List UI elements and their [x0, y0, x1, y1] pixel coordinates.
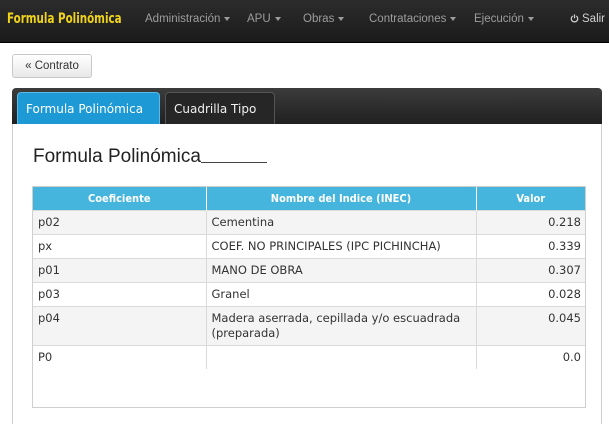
table-row[interactable]: P0 0.0 — [33, 345, 585, 369]
cell-nombre-indice — [206, 345, 477, 369]
table-row[interactable]: px COEF. NO PRINCIPALES (IPC PICHINCHA) … — [33, 234, 585, 259]
nav-menu-label: Contrataciones — [369, 13, 447, 25]
caret-down-icon — [274, 16, 281, 21]
cell-valor: 0.307 — [476, 258, 585, 283]
top-navbar: Formula Polinómica Administración APU Ob… — [0, 0, 609, 43]
cell-coeficiente: p04 — [33, 306, 207, 346]
section-title: Formula Polinómica — [33, 146, 201, 167]
table-row[interactable]: p02 Cementina 0.218 — [33, 210, 585, 235]
cell-nombre-indice: Granel — [206, 282, 477, 307]
nav-menu-obras[interactable]: Obras — [303, 13, 345, 25]
table-header-row: Coeficiente Nombre del Indice (INEC) Val… — [33, 187, 585, 211]
nav-menu-label: Administración — [145, 13, 221, 25]
back-to-contract-button[interactable]: « Contrato — [12, 54, 92, 78]
table-row[interactable]: p03 Granel 0.028 — [33, 282, 585, 307]
cell-valor: 0.045 — [476, 306, 585, 346]
column-header-nombre-indice[interactable]: Nombre del Indice (INEC) — [206, 187, 477, 211]
nav-menu-label: Ejecución — [474, 13, 524, 25]
cell-coeficiente: px — [33, 234, 207, 259]
title-underline — [201, 162, 267, 163]
power-icon — [570, 14, 579, 23]
cell-valor: 0.218 — [476, 210, 585, 235]
cell-nombre-indice: COEF. NO PRINCIPALES (IPC PICHINCHA) — [206, 234, 477, 259]
nav-menu-label: Obras — [303, 13, 335, 25]
cell-nombre-indice: Madera aserrada, cepillada y/o escuadrad… — [206, 306, 477, 346]
cell-coeficiente: p01 — [33, 258, 207, 283]
nav-menu-ejecucion[interactable]: Ejecución — [474, 13, 534, 25]
coefficients-table: Coeficiente Nombre del Indice (INEC) Val… — [33, 187, 585, 369]
caret-down-icon — [338, 16, 345, 21]
tab-bar: Formula Polinómica Cuadrilla Tipo — [12, 88, 602, 124]
column-header-valor[interactable]: Valor — [476, 187, 585, 211]
coefficients-table-container: Coeficiente Nombre del Indice (INEC) Val… — [32, 186, 586, 408]
nav-menu-label: APU — [247, 13, 271, 25]
cell-valor: 0.339 — [476, 234, 585, 259]
tab-cuadrilla-tipo[interactable]: Cuadrilla Tipo — [165, 92, 275, 124]
column-header-coeficiente[interactable]: Coeficiente — [33, 187, 207, 211]
table-row[interactable]: p01 MANO DE OBRA 0.307 — [33, 258, 585, 283]
cell-coeficiente: p03 — [33, 282, 207, 307]
cell-valor: 0.0 — [476, 345, 585, 369]
caret-down-icon — [450, 16, 457, 21]
logout-label: Salir — [582, 13, 606, 25]
table-row[interactable]: p04 Madera aserrada, cepillada y/o escua… — [33, 306, 585, 346]
caret-down-icon — [527, 16, 534, 21]
nav-menu-administracion[interactable]: Administración — [145, 13, 231, 25]
nav-menu-apu[interactable]: APU — [247, 13, 281, 25]
caret-down-icon — [224, 16, 231, 21]
logout-link[interactable]: Salir — [570, 13, 605, 25]
cell-coeficiente: p02 — [33, 210, 207, 235]
cell-nombre-indice: MANO DE OBRA — [206, 258, 477, 283]
cell-valor: 0.028 — [476, 282, 585, 307]
nav-menu-contrataciones[interactable]: Contrataciones — [369, 13, 457, 25]
cell-coeficiente: P0 — [33, 345, 207, 369]
cell-nombre-indice: Cementina — [206, 210, 477, 235]
tab-formula-polinomica[interactable]: Formula Polinómica — [17, 92, 160, 124]
brand-logo[interactable]: Formula Polinómica — [7, 11, 122, 27]
